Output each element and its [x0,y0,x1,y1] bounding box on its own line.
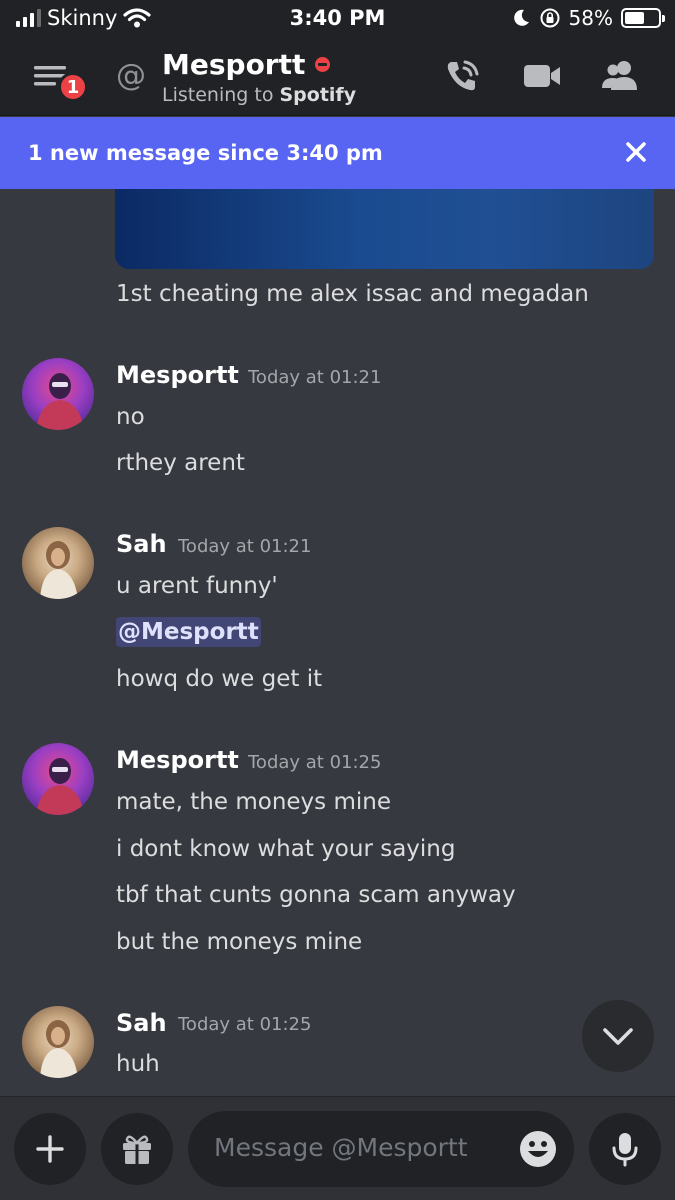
message-text: 1st cheating me alex issac and megadan [116,281,589,307]
message-timestamp: Today at 01:25 [248,752,382,773]
orientation-lock-icon [540,8,560,28]
plus-icon [36,1135,64,1163]
close-icon[interactable] [619,135,653,169]
message-author[interactable]: Mesportt [116,746,239,774]
user-mention[interactable]: @Mesportt [116,617,261,647]
at-icon: @ [116,58,146,93]
new-messages-banner[interactable]: 1 new message since 3:40 pm [0,117,675,189]
message-author[interactable]: Sah [116,530,167,558]
message-text: rthey arent [116,450,245,476]
new-messages-text: 1 new message since 3:40 pm [28,141,383,165]
message-author[interactable]: Mesportt [116,361,239,389]
message-author[interactable]: Sah [116,1009,167,1037]
battery-icon [621,8,665,28]
activity-status: Listening to Spotify [162,84,356,106]
message-text: howq do we get it [116,666,323,692]
dnd-status-icon [315,57,331,72]
attach-button[interactable] [14,1113,86,1185]
message-text: mate, the moneys mine [116,789,391,815]
battery-fill [625,12,644,24]
activity-app: Spotify [279,84,357,106]
message-text: no [116,404,145,430]
message-timestamp: Today at 01:21 [178,536,312,557]
video-call-icon[interactable] [522,56,562,96]
avatar-image [36,373,84,430]
gift-icon [123,1135,151,1164]
message-text: tbf that cunts gonna scam anyway [116,882,516,908]
avatar-image [40,1020,78,1078]
avatar[interactable] [22,527,94,599]
unread-badge: 1 [58,72,88,102]
emoji-icon[interactable] [518,1129,558,1169]
message-text: huh [116,1051,160,1077]
message-timestamp: Today at 01:21 [248,367,382,388]
activity-prefix: Listening to [162,84,274,106]
chevron-down-icon [603,1028,633,1045]
message-input-placeholder: Message @Mesportt [214,1133,468,1162]
avatar-image [40,541,78,599]
voice-call-icon[interactable] [442,56,482,96]
message-input[interactable]: Message @Mesportt [188,1111,574,1187]
message-text: i dont know what your saying [116,836,456,862]
voice-message-button[interactable] [589,1113,661,1185]
message-timestamp: Today at 01:25 [178,1014,312,1035]
battery-percent: 58% [568,6,613,30]
jump-to-bottom-button[interactable] [582,1000,654,1072]
status-bar: Skinny 3:40 PM 58% [0,0,675,38]
avatar-image [36,758,84,815]
avatar[interactable] [22,743,94,815]
avatar[interactable] [22,1006,94,1078]
members-icon[interactable] [600,56,640,96]
status-right: 58% [511,6,665,30]
moon-icon [513,9,529,26]
dm-name: Mesportt [162,48,306,81]
microphone-icon [612,1133,638,1167]
dm-title[interactable]: Mesportt [162,48,331,81]
message-text: but the moneys mine [116,929,363,955]
embedded-image[interactable] [115,189,654,269]
chat-header: 1 @ Mesportt Listening to Spotify [0,38,675,116]
message-composer: Message @Mesportt [0,1096,675,1200]
avatar[interactable] [22,358,94,430]
message-text: u arent funny' [116,573,278,599]
gift-button[interactable] [101,1113,173,1185]
